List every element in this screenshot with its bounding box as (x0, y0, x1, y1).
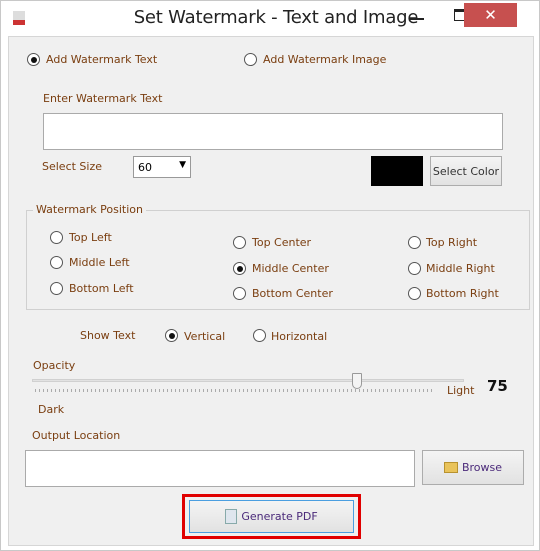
opacity-slider-thumb[interactable] (352, 373, 362, 389)
chevron-down-icon: ▼ (179, 160, 186, 170)
position-middle-center-label[interactable]: Middle Center (252, 262, 329, 275)
size-select[interactable]: 60 ▼ (133, 156, 191, 178)
add-text-radio[interactable] (27, 53, 40, 66)
generate-pdf-button[interactable]: Generate PDF (189, 500, 354, 533)
generate-pdf-label: Generate PDF (241, 510, 318, 523)
opacity-light-label: Light (447, 384, 475, 397)
opacity-slider-track[interactable] (32, 379, 464, 382)
position-middle-right-label[interactable]: Middle Right (426, 262, 495, 275)
size-label: Select Size (42, 160, 103, 173)
output-location-label: Output Location (32, 429, 121, 442)
position-top-center-radio[interactable] (233, 236, 246, 249)
browse-label: Browse (461, 461, 503, 474)
size-value: 60 (138, 161, 152, 174)
vertical-label[interactable]: Vertical (184, 330, 225, 343)
position-top-right-label[interactable]: Top Right (426, 236, 477, 249)
add-image-radio[interactable] (244, 53, 257, 66)
opacity-label: Opacity (33, 359, 76, 372)
minimize-button[interactable] (410, 18, 424, 20)
opacity-value: 75 (487, 377, 508, 395)
position-bottom-right-label[interactable]: Bottom Right (426, 287, 499, 300)
select-color-label: Select Color (432, 164, 500, 178)
position-bottom-left-label[interactable]: Bottom Left (69, 282, 134, 295)
position-middle-left-label[interactable]: Middle Left (69, 256, 130, 269)
position-top-right-radio[interactable] (408, 236, 421, 249)
horizontal-label[interactable]: Horizontal (271, 330, 327, 343)
show-text-label: Show Text (80, 329, 136, 342)
position-bottom-center-radio[interactable] (233, 287, 246, 300)
browse-button[interactable]: Browse (422, 450, 524, 485)
close-button[interactable]: ✕ (464, 3, 517, 27)
position-top-left-label[interactable]: Top Left (69, 231, 112, 244)
horizontal-radio[interactable] (253, 329, 266, 342)
output-location-input[interactable] (25, 450, 415, 487)
pdf-document-icon (225, 509, 238, 524)
position-middle-right-radio[interactable] (408, 262, 421, 275)
watermark-text-label: Enter Watermark Text (43, 92, 163, 105)
add-image-label[interactable]: Add Watermark Image (263, 53, 386, 66)
select-color-button[interactable]: Select Color (430, 156, 502, 186)
position-legend: Watermark Position (33, 203, 146, 216)
app-window: Set Watermark - Text and Image ✕ Add Wat… (0, 0, 540, 551)
folder-icon (443, 462, 458, 473)
position-bottom-left-radio[interactable] (50, 282, 63, 295)
color-swatch (371, 156, 423, 186)
position-middle-center-radio[interactable] (233, 262, 246, 275)
add-text-label[interactable]: Add Watermark Text (46, 53, 157, 66)
position-top-center-label[interactable]: Top Center (252, 236, 311, 249)
position-bottom-right-radio[interactable] (408, 287, 421, 300)
position-bottom-center-label[interactable]: Bottom Center (252, 287, 333, 300)
main-panel: Add Watermark Text Add Watermark Image E… (8, 36, 534, 546)
position-middle-left-radio[interactable] (50, 256, 63, 269)
watermark-text-input[interactable] (43, 113, 503, 150)
position-top-left-radio[interactable] (50, 231, 63, 244)
opacity-ticks (35, 389, 435, 392)
vertical-radio[interactable] (165, 329, 178, 342)
opacity-dark-label: Dark (38, 403, 65, 416)
